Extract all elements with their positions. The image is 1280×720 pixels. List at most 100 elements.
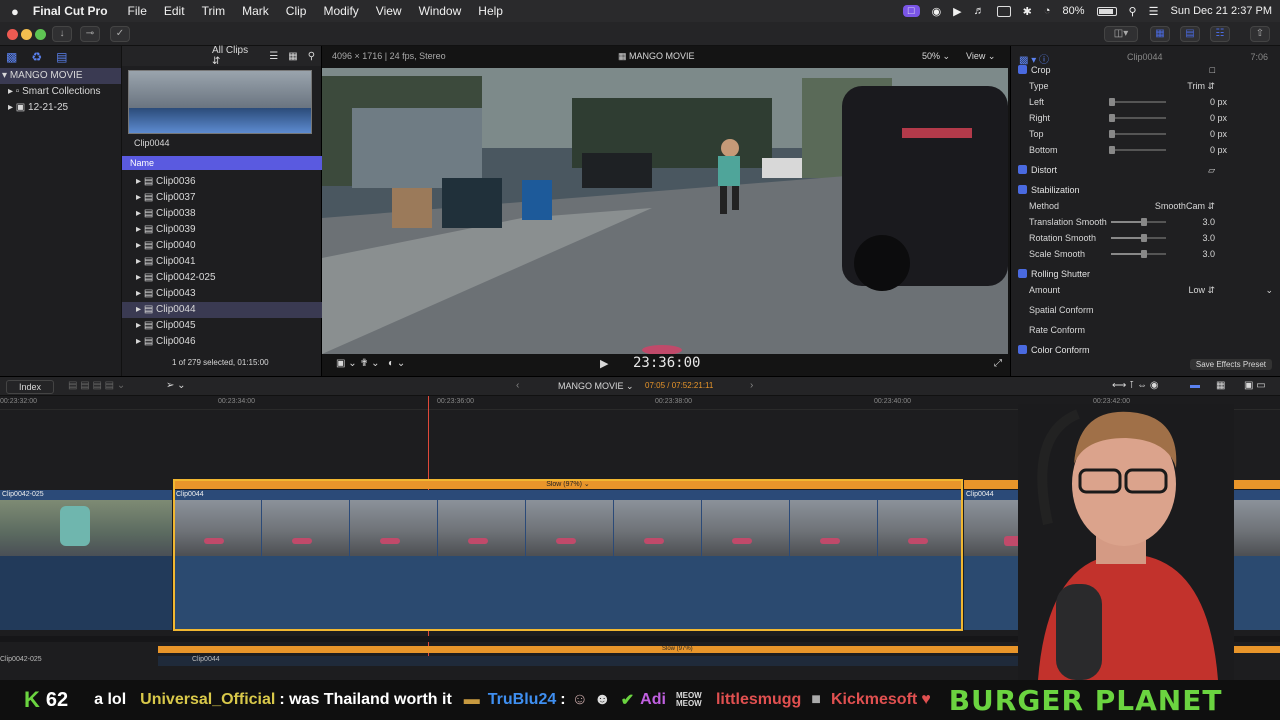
crop-slider[interactable] [1109, 114, 1166, 122]
slider-knob[interactable] [1109, 114, 1115, 122]
disclosure-icon[interactable]: ▸ [136, 304, 144, 315]
timeline-index-icon[interactable]: ▦ [1216, 380, 1225, 391]
list-view-icon[interactable]: ☰ [269, 51, 278, 62]
crop-checkbox[interactable] [1018, 65, 1027, 74]
stabilization-slider[interactable] [1111, 218, 1166, 226]
menu-modify[interactable]: Modify [323, 4, 358, 18]
edit-buttons[interactable]: ▤ ▤ ▤ ▤ ⌄ [68, 380, 125, 391]
disclosure-icon[interactable]: ▸ [136, 192, 144, 203]
retime-bar[interactable]: Slow (97%) ⌄ [174, 480, 962, 489]
layout-timeline-icon[interactable]: ▤ [1180, 26, 1200, 42]
volume-icon[interactable]: ♬ [974, 5, 985, 17]
disclosure-icon[interactable]: ▸ ▣ [8, 102, 28, 113]
filmstrip-thumbnail[interactable] [128, 70, 312, 134]
disclosure-icon[interactable]: ▾ [2, 70, 10, 81]
menu-window[interactable]: Window [419, 4, 462, 18]
clip-main[interactable] [174, 500, 962, 556]
index-button[interactable]: Index [6, 380, 55, 394]
disclosure-icon[interactable]: ▸ [136, 224, 144, 235]
clip-list-item[interactable]: ▸ ▤ Clip0046 [122, 334, 322, 350]
battery-icon[interactable] [1096, 6, 1117, 16]
play-button[interactable]: ▶ [600, 357, 608, 370]
wifi-icon[interactable]: ◔ [1044, 5, 1051, 17]
control-center-icon[interactable]: ☰ [1149, 5, 1159, 18]
clip-list-item[interactable]: ▸ ▤ Clip0037 [122, 190, 322, 206]
clip-list-item[interactable]: ▸ ▤ Clip0041 [122, 254, 322, 270]
search-icon[interactable]: ⚲ [1129, 5, 1137, 18]
minimize-button[interactable] [21, 29, 32, 40]
chevron-down-icon[interactable]: ⌄ [1265, 282, 1273, 298]
app-menu[interactable]: Final Cut Pro [33, 4, 108, 18]
clip-list-item[interactable]: ▸ ▤ Clip0039 [122, 222, 322, 238]
slider-knob[interactable] [1109, 130, 1115, 138]
titles-tab-icon[interactable]: ▤ [56, 50, 67, 64]
column-header-name[interactable]: Name [122, 156, 322, 170]
color-conform-section[interactable]: Color Conform [1011, 342, 1280, 358]
slider-knob[interactable] [1109, 146, 1115, 154]
zoom-menu[interactable]: 50% ⌄ [922, 51, 950, 62]
transform-tool-icon[interactable]: ✟ ⌄ [360, 358, 380, 369]
fullscreen-icon[interactable]: ⤢ [994, 358, 1002, 369]
timeline-controls[interactable]: ⟷ ⊺ ⇔ ◉ [1112, 380, 1159, 391]
bluetooth-icon[interactable]: ✱ [1023, 5, 1032, 18]
close-button[interactable] [7, 29, 18, 40]
crop-field-value[interactable]: 0 px [1210, 110, 1227, 126]
disclosure-icon[interactable]: ▸ [136, 176, 144, 187]
menu-trim[interactable]: Trim [202, 4, 226, 18]
stabilization-section[interactable]: Stabilization [1011, 182, 1280, 198]
clock[interactable]: Sun Dec 21 2:37 PM [1170, 5, 1272, 17]
clip-list-item[interactable]: ▸ ▤ Clip0045 [122, 318, 322, 334]
mini-clip-prev[interactable]: Clip0042-025 [0, 656, 158, 666]
crop-field-value[interactable]: 0 px [1210, 94, 1227, 110]
clip-appearance-icon[interactable]: ▬ [1190, 380, 1200, 391]
back-icon[interactable]: ‹ [516, 380, 519, 391]
enhance-icon[interactable]: ◐ ⌄ [388, 358, 405, 369]
disclosure-icon[interactable]: ▸ [136, 208, 144, 219]
disclosure-icon[interactable]: ▸ ▫ [8, 86, 22, 97]
menu-mark[interactable]: Mark [242, 4, 269, 18]
crop-field-value[interactable]: 0 px [1210, 126, 1227, 142]
keywords-button[interactable]: ⊸ [80, 26, 100, 42]
crop-type-popup[interactable]: Trim ⇵ [1187, 78, 1215, 94]
view-menu[interactable]: View ⌄ [966, 51, 995, 62]
crop-slider[interactable] [1109, 146, 1166, 154]
disclosure-icon[interactable]: ▸ [136, 288, 144, 299]
distort-tool-icon[interactable]: ▱ [1208, 162, 1215, 178]
slider-knob[interactable] [1141, 218, 1147, 226]
save-effects-preset-button[interactable]: Save Effects Preset [1189, 359, 1272, 370]
viewer-options-icon[interactable]: ▣ ⌄ [336, 358, 357, 369]
clip-filter[interactable]: All Clips ⇵ [212, 45, 259, 67]
disclosure-icon[interactable]: ▸ [136, 256, 144, 267]
slider-knob[interactable] [1141, 234, 1147, 242]
slider-knob[interactable] [1109, 98, 1115, 106]
display-icon[interactable] [996, 5, 1011, 17]
menu-help[interactable]: Help [478, 4, 503, 18]
clip-list-item[interactable]: ▸ ▤ Clip0044 [122, 302, 322, 318]
crop-tool-icon[interactable]: □ [1210, 62, 1215, 78]
rate-conform-section[interactable]: Rate Conform [1011, 322, 1280, 338]
crop-slider[interactable] [1109, 130, 1166, 138]
disclosure-icon[interactable]: ▸ [136, 240, 144, 251]
rolling-shutter-section[interactable]: Rolling Shutter [1011, 266, 1280, 282]
clip-list-item[interactable]: ▸ ▤ Clip0042-025 [122, 270, 322, 286]
color-conform-checkbox[interactable] [1018, 345, 1027, 354]
clip-list-item[interactable]: ▸ ▤ Clip0040 [122, 238, 322, 254]
import-button[interactable]: ↓ [52, 26, 72, 42]
share-icon[interactable]: ⇧ [1250, 26, 1270, 42]
library-root[interactable]: ▾ MANGO MOVIE [0, 68, 121, 84]
distort-checkbox[interactable] [1018, 165, 1027, 174]
stabilization-slider[interactable] [1111, 234, 1166, 242]
zoom-button[interactable] [35, 29, 46, 40]
photos-tab-icon[interactable]: ♻ [31, 50, 42, 64]
crop-field-value[interactable]: 0 px [1210, 142, 1227, 158]
select-tool-icon[interactable]: ➢ ⌄ [166, 380, 186, 391]
distort-section[interactable]: Distort ▱ [1011, 162, 1280, 178]
record-icon[interactable]: ◉ [932, 5, 942, 18]
settings-icon[interactable]: ▦ [288, 51, 297, 62]
workspace-button[interactable]: ◫▾ [1104, 26, 1138, 42]
clip-prev[interactable] [0, 500, 172, 556]
libraries-tab-icon[interactable]: ▩ [6, 50, 17, 64]
clip-list-item[interactable]: ▸ ▤ Clip0036 [122, 174, 322, 190]
stabilization-field-value[interactable]: 3.0 [1202, 214, 1215, 230]
amount-popup[interactable]: Low ⇵ [1188, 282, 1215, 298]
